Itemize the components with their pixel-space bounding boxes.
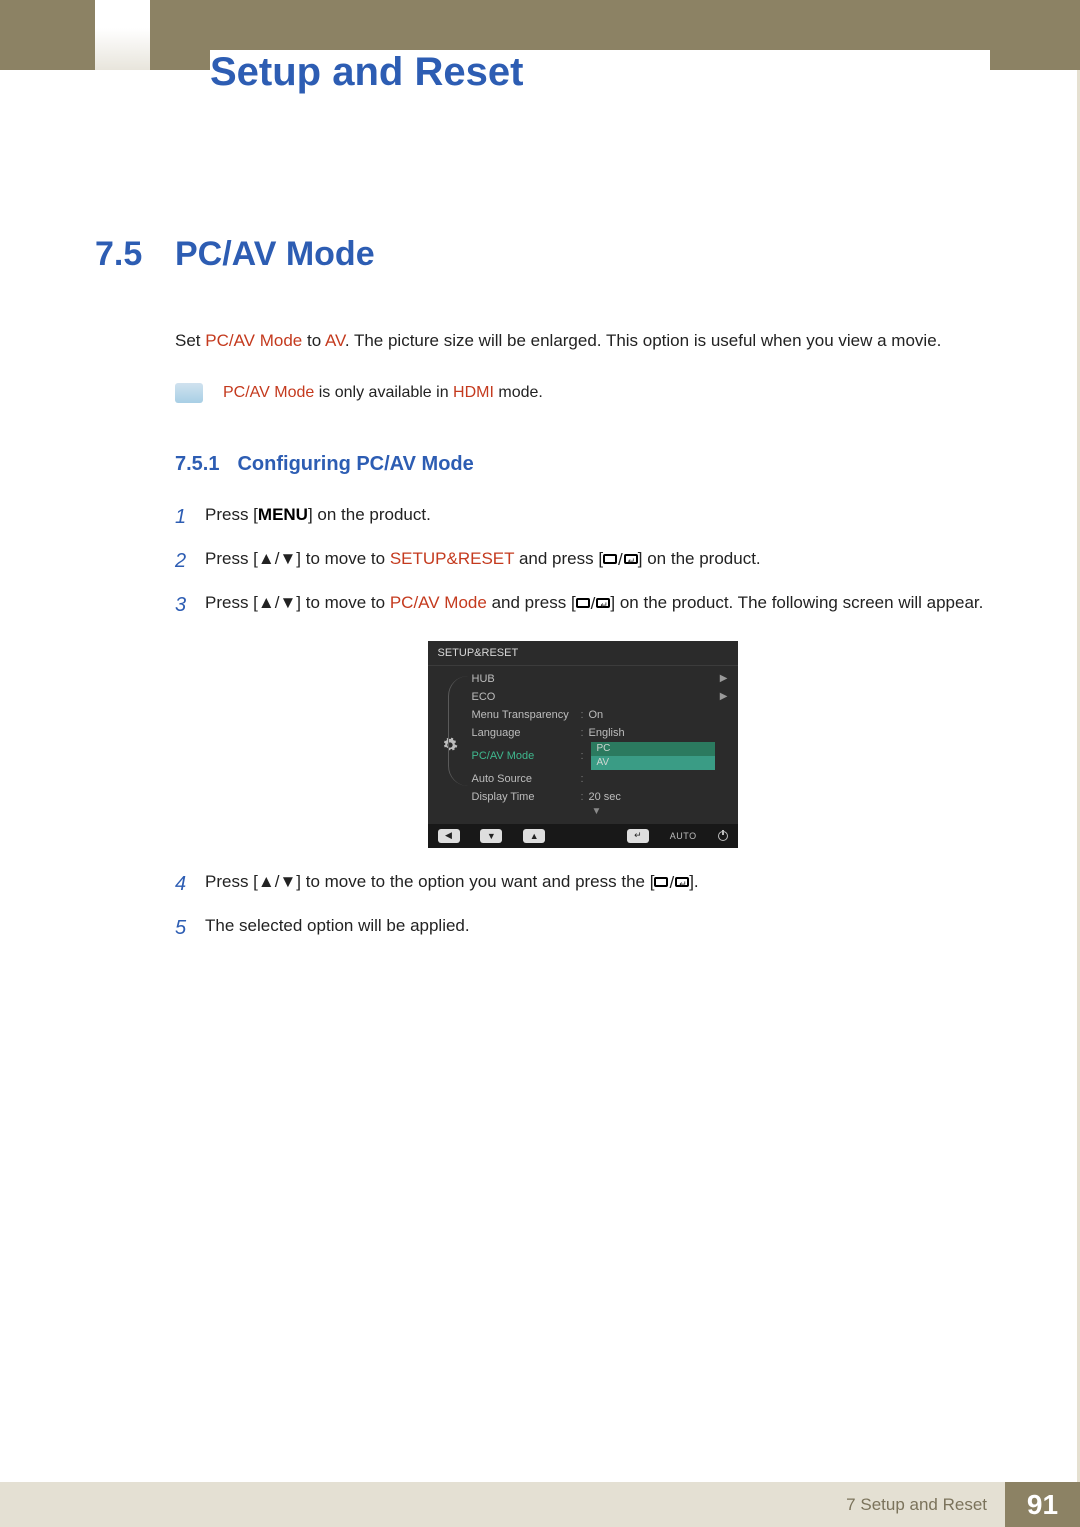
step-3: 3 Press [▲/▼] to move to PC/AV Mode and … — [175, 589, 990, 621]
osd-footer: ◀ ▼ ▲ ↵ AUTO — [428, 824, 738, 848]
osd-row-display-time: Display Time:20 sec — [466, 788, 728, 806]
step-number: 5 — [175, 912, 205, 944]
osd-row-pcav: PC/AV Mode: PC AV — [466, 742, 728, 770]
steps-list: 1 Press [MENU] on the product. 2 Press [… — [175, 501, 990, 944]
section-number: 7.5 — [95, 235, 175, 274]
step-4: 4 Press [▲/▼] to move to the option you … — [175, 868, 990, 900]
step-number: 1 — [175, 501, 205, 533]
footer-chapter: 7 Setup and Reset — [0, 1482, 1005, 1527]
power-icon — [718, 831, 728, 841]
chevron-down-icon: ▼ — [466, 806, 728, 820]
step-number: 4 — [175, 868, 205, 900]
osd-enter-icon: ↵ — [627, 829, 649, 843]
chapter-tab — [95, 0, 150, 70]
osd-screenshot: SETUP&RESET HUB▶ ECO▶ Menu Transparency:… — [428, 641, 738, 848]
step-5: 5 The selected option will be applied. — [175, 912, 990, 944]
source-enter-icon: / — [603, 546, 638, 573]
osd-up-icon: ▲ — [523, 829, 545, 843]
osd-row-hub: HUB▶ — [466, 670, 728, 688]
step-number: 2 — [175, 545, 205, 577]
subsection-title: Configuring PC/AV Mode — [237, 453, 473, 476]
step-number: 3 — [175, 589, 205, 621]
section-title: PC/AV Mode — [175, 235, 375, 274]
chapter-title: Setup and Reset — [210, 50, 990, 95]
osd-dropdown: PC AV — [591, 742, 715, 770]
intro-text: Set PC/AV Mode to AV. The picture size w… — [175, 329, 990, 353]
osd-back-icon: ◀ — [438, 829, 460, 843]
osd-row-auto-source: Auto Source: — [466, 770, 728, 788]
source-enter-icon: / — [654, 869, 689, 896]
osd-option-pc: PC — [591, 742, 715, 756]
osd-row-language: Language:English — [466, 724, 728, 742]
osd-auto-label: AUTO — [670, 831, 697, 841]
chevron-right-icon: ▶ — [720, 673, 728, 684]
osd-row-eco: ECO▶ — [466, 688, 728, 706]
page-footer: 7 Setup and Reset 91 — [0, 1482, 1080, 1527]
note-row: PC/AV Mode is only available in HDMI mod… — [175, 383, 990, 403]
note-icon — [175, 383, 203, 403]
step-1: 1 Press [MENU] on the product. — [175, 501, 990, 533]
footer-page-number: 91 — [1005, 1482, 1080, 1527]
chevron-right-icon: ▶ — [720, 691, 728, 702]
subsection-number: 7.5.1 — [175, 453, 219, 476]
osd-option-av: AV — [591, 756, 715, 770]
note-text: PC/AV Mode is only available in HDMI mod… — [223, 384, 543, 402]
osd-title: SETUP&RESET — [428, 641, 738, 666]
osd-down-icon: ▼ — [480, 829, 502, 843]
step-2: 2 Press [▲/▼] to move to SETUP&RESET and… — [175, 545, 990, 577]
source-enter-icon: / — [576, 590, 611, 617]
osd-row-menu-transparency: Menu Transparency:On — [466, 706, 728, 724]
